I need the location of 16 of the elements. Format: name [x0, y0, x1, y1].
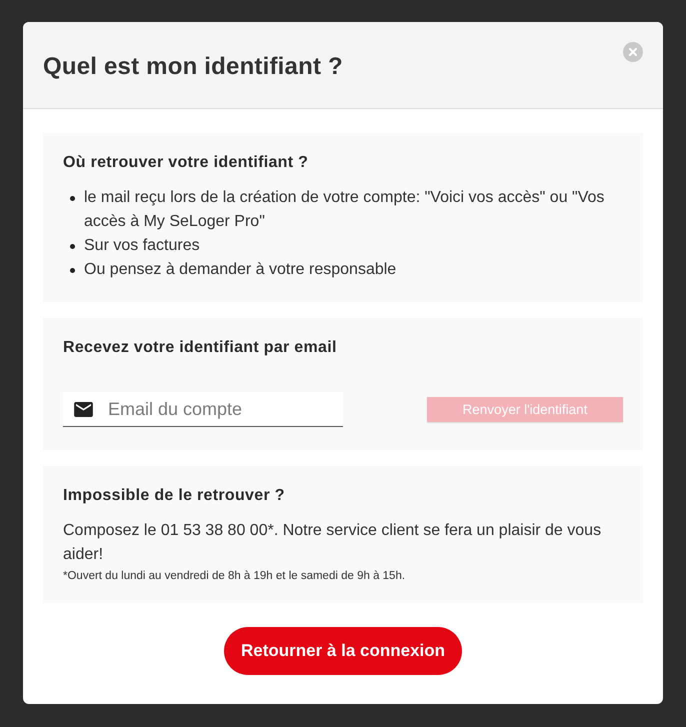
close-icon — [623, 42, 643, 62]
list-item-text: Sur vos factures — [84, 236, 200, 256]
section-heading: Où retrouver votre identifiant ? — [63, 153, 310, 173]
back-to-login-button[interactable]: Retourner à la connexion — [224, 627, 462, 675]
bullet-icon — [70, 196, 75, 201]
list-item-text: Ou pensez à demander à votre responsable — [84, 260, 396, 280]
help-text: Composez le 01 53 38 80 00*. Notre service client se fera un plaisir de vous aider! — [63, 521, 602, 565]
section-heading: Recevez votre identifiant par email — [63, 338, 338, 358]
list-item-text: le mail reçu lors de la création de votre compte: "Voici vos accès" ou "Vos accès à My SeLoger Pro" — [84, 188, 606, 232]
dialog-title: Quel est mon identifiant ? — [43, 53, 343, 81]
section-heading: Impossible de le retrouver ? — [63, 486, 286, 506]
bullet-icon — [70, 268, 75, 273]
footnote-text: *Ouvert du lundi au vendredi de 8h à 19h et le samedi de 9h à 15h. — [63, 569, 406, 583]
close-button[interactable] — [623, 42, 643, 62]
email-input-field[interactable]: Email du compte — [63, 392, 343, 427]
bullet-icon — [70, 244, 75, 249]
